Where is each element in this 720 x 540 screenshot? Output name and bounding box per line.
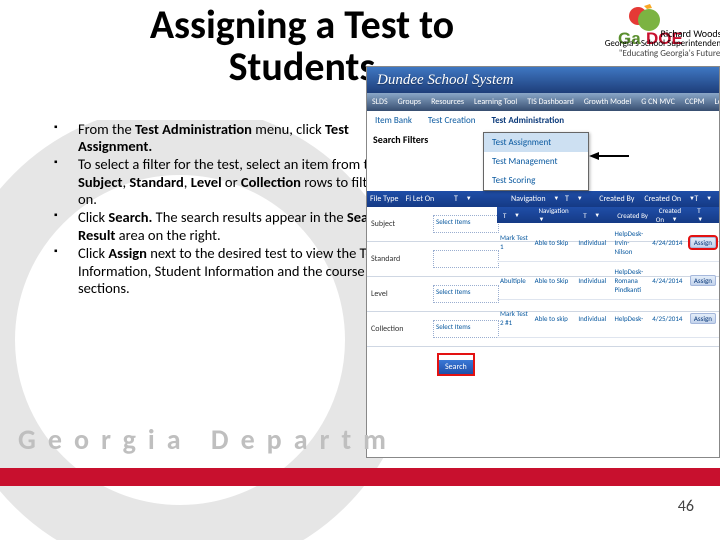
result-row: Abultiple Able to Skip Individual HelpDe… [497, 261, 719, 300]
callout-arrow-icon [589, 151, 629, 161]
nav-item[interactable]: G CN MVC [636, 97, 680, 107]
bullet-list: From the Test Administration menu, click… [14, 121, 396, 299]
result-headers: T ▼ Navigation ▼ T ▼ Created By Created … [497, 207, 719, 223]
assign-button[interactable]: Assign [690, 275, 716, 286]
footer-bar [0, 468, 720, 486]
menu-item-scoring[interactable]: Test Scoring [484, 171, 588, 190]
result-row: Mark Test 1 Able to Skip Individual Help… [497, 223, 719, 262]
result-row: Mark Test 2 #1 Able to skip Individual H… [497, 299, 719, 338]
footer-brand: Georgia Departm [18, 422, 398, 457]
nav-item[interactable]: Learning Tool [469, 97, 522, 107]
nav-item[interactable]: Resources [426, 97, 469, 107]
assign-button[interactable]: Assign [690, 237, 716, 248]
nav-item[interactable]: SLDS [367, 97, 393, 107]
app-header: Dundee School System [367, 67, 719, 93]
nav-item[interactable]: Logout [709, 97, 720, 107]
bullet-item: To select a filter for the test, select … [54, 156, 396, 208]
bullet-item: Click Search. The search results appear … [54, 209, 396, 244]
subtab[interactable]: Test Administration [483, 115, 572, 126]
bullet-item: Click Assign next to the desired test to… [54, 245, 396, 297]
subtab[interactable]: Item Bank [367, 115, 420, 126]
assign-button[interactable]: Assign [690, 313, 716, 324]
nav-item[interactable]: TIS Dashboard [522, 97, 579, 107]
menu-item-assignment[interactable]: Test Assignment [484, 133, 588, 152]
sub-nav: Item Bank Test Creation Test Administrat… [367, 111, 719, 129]
nav-item[interactable]: Growth Model [579, 97, 636, 107]
search-button[interactable]: Search [437, 353, 475, 376]
nav-item[interactable]: Groups [393, 97, 426, 107]
subtab[interactable]: Test Creation [420, 115, 484, 126]
menu-item-management[interactable]: Test Management [484, 152, 588, 171]
test-admin-menu: Test Assignment Test Management Test Sco… [483, 132, 589, 191]
page-number: 46 [678, 497, 694, 516]
top-nav: SLDS Groups Resources Learning Tool TIS … [367, 93, 719, 111]
bullet-item: From the Test Administration menu, click… [54, 121, 396, 156]
screenshot: Dundee School System SLDS Groups Resourc… [366, 66, 720, 458]
credit-block: Richard Woods, Georgia's School Superint… [605, 28, 720, 59]
nav-item[interactable]: CCPM [680, 97, 710, 107]
column-headers: File Type Fi Let On T ▼ Navigation ▼ T ▼… [367, 191, 719, 207]
